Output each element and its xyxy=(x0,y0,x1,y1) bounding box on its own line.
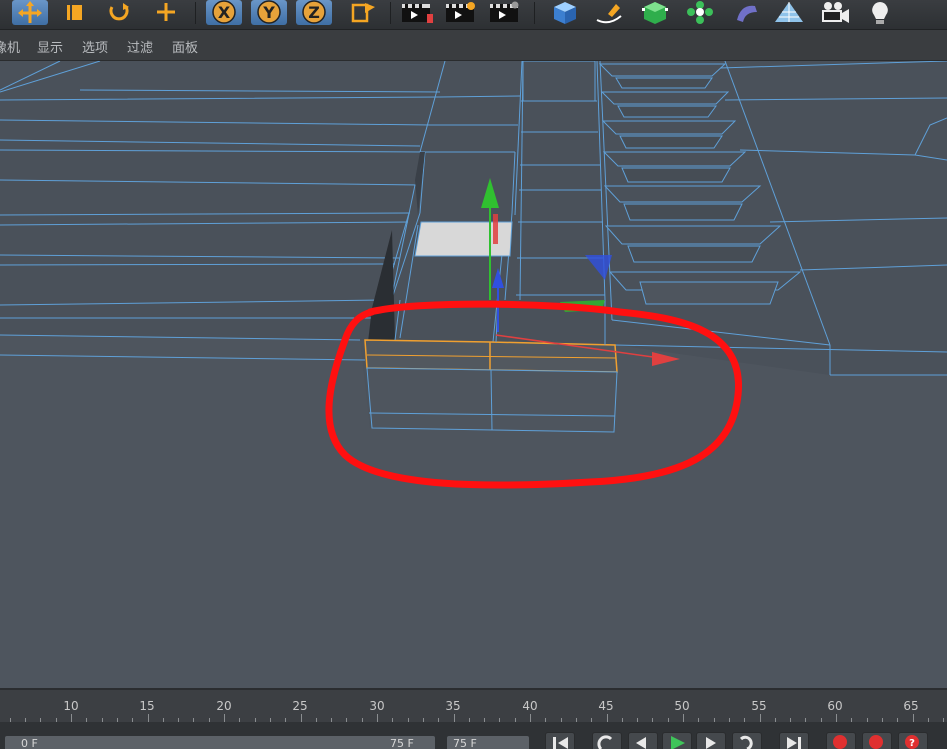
playback-glyphs: ? xyxy=(553,735,919,749)
bend-deformer-icon[interactable] xyxy=(728,0,764,25)
ruler-tick xyxy=(71,714,72,722)
animation-bar: 0 F 75 F 75 F ? xyxy=(0,722,947,749)
timeline-ruler[interactable]: 10 15 20 25 30 35 40 45 50 55 60 65 xyxy=(0,688,947,722)
svg-text:X: X xyxy=(218,3,231,22)
rotate-tool-icon[interactable] xyxy=(101,0,137,25)
menu-panel[interactable]: 面板 xyxy=(172,37,198,56)
menu-filter[interactable]: 过滤 xyxy=(127,37,153,56)
tick-label: 10 xyxy=(63,699,79,713)
coordinate-system-icon[interactable] xyxy=(346,0,382,25)
ruler-tick xyxy=(913,714,914,722)
ruler-tick xyxy=(530,714,531,722)
tick-label: 50 xyxy=(674,699,690,713)
floor-plane xyxy=(0,61,947,375)
ruler-tick xyxy=(301,714,302,722)
viewport-menu-bar: 像机 显示 选项 过滤 面板 xyxy=(0,30,947,61)
subdivision-surface-icon[interactable] xyxy=(637,0,673,25)
cinema4d-window: X Y Z 像机 显示 选项 过滤 面板 10 15 20 25 30 35 4… xyxy=(0,0,947,749)
ruler-tick xyxy=(760,714,761,722)
menu-display[interactable]: 显示 xyxy=(37,37,63,56)
y-axis-lock-icon[interactable]: Y xyxy=(251,0,287,25)
ruler-tick xyxy=(224,714,225,722)
x-axis-lock-icon[interactable]: X xyxy=(206,0,242,25)
camera-icon[interactable] xyxy=(817,0,853,25)
tick-label: 20 xyxy=(216,699,232,713)
tick-label: 40 xyxy=(522,699,538,713)
floor-icon[interactable] xyxy=(771,0,807,25)
ruler-tick xyxy=(683,714,684,722)
z-axis-lock-icon[interactable]: Z xyxy=(296,0,332,25)
xy-plane-handle-icon[interactable] xyxy=(493,214,498,244)
ruler-tick xyxy=(454,714,455,722)
render-view-icon[interactable] xyxy=(398,0,434,25)
ruler-tick xyxy=(377,714,378,722)
cloner-icon[interactable] xyxy=(682,0,718,25)
scale-tool-icon[interactable] xyxy=(56,0,92,25)
tick-label: 30 xyxy=(369,699,385,713)
tick-label: 25 xyxy=(292,699,308,713)
tick-label: 60 xyxy=(827,699,843,713)
toolbar-separator xyxy=(390,2,391,24)
light-icon[interactable] xyxy=(862,0,898,25)
main-toolbar: X Y Z xyxy=(0,0,947,30)
cube-primitive-icon[interactable] xyxy=(547,0,583,25)
spline-pen-icon[interactable] xyxy=(591,0,627,25)
svg-text:?: ? xyxy=(909,738,915,749)
viewport-scene xyxy=(0,61,947,688)
svg-text:Z: Z xyxy=(308,3,320,22)
render-picture-viewer-icon[interactable] xyxy=(442,0,478,25)
tick-label: 15 xyxy=(139,699,155,713)
menu-options[interactable]: 选项 xyxy=(82,37,108,56)
tick-label: 45 xyxy=(598,699,614,713)
ruler-tick xyxy=(607,714,608,722)
move-tool-icon[interactable] xyxy=(12,0,48,25)
svg-text:Y: Y xyxy=(262,3,275,22)
toolbar-separator xyxy=(195,2,196,24)
tick-label: 55 xyxy=(751,699,767,713)
last-tool-icon[interactable] xyxy=(148,0,184,25)
tick-label: 35 xyxy=(445,699,461,713)
render-settings-icon[interactable] xyxy=(486,0,522,25)
toolbar-separator xyxy=(534,2,535,24)
perspective-viewport[interactable] xyxy=(0,61,947,688)
ruler-tick xyxy=(836,714,837,722)
tick-label: 65 xyxy=(903,699,919,713)
menu-camera[interactable]: 像机 xyxy=(0,37,20,56)
ruler-tick xyxy=(148,714,149,722)
